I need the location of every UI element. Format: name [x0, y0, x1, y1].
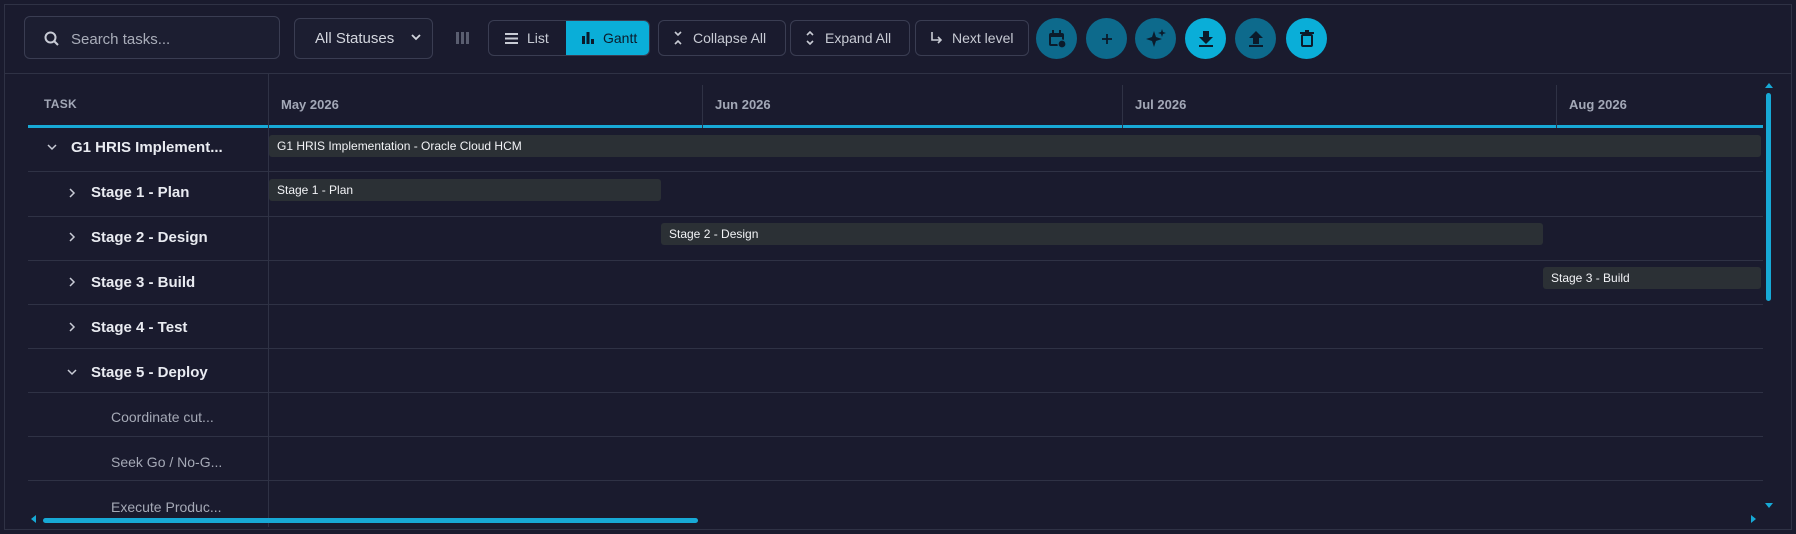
month-divider [1122, 85, 1123, 128]
row-divider [28, 260, 1763, 261]
month-divider [702, 85, 703, 128]
expand-icon [806, 31, 814, 45]
next-level-button[interactable]: Next level [915, 20, 1029, 56]
task-name[interactable]: Stage 1 - Plan [91, 184, 189, 201]
upload-button[interactable] [1235, 18, 1276, 59]
collapse-all-button[interactable]: Collapse All [658, 20, 786, 56]
collapse-all-label: Collapse All [693, 30, 767, 46]
month-header: Jul 2026 [1135, 97, 1187, 112]
toolbar: All Statuses List Gantt Collapse All Exp… [5, 5, 1791, 74]
bar-chart-icon [582, 32, 594, 44]
task-name[interactable]: G1 HRIS Implement... [71, 139, 223, 156]
vertical-scrollbar-thumb[interactable] [1766, 93, 1771, 301]
view-list-button[interactable]: List [489, 21, 566, 55]
search-input[interactable] [69, 25, 273, 53]
download-icon [1198, 30, 1213, 47]
gantt-bar[interactable]: Stage 1 - Plan [269, 179, 661, 201]
month-header: Aug 2026 [1569, 97, 1627, 112]
upload-icon [1248, 30, 1263, 47]
task-name[interactable]: Stage 4 - Test [91, 319, 187, 336]
chevron-right-icon[interactable] [67, 322, 77, 332]
task-name[interactable]: Coordinate cut... [111, 409, 214, 425]
row-divider [28, 304, 1763, 305]
status-filter-value: All Statuses [315, 30, 395, 47]
view-toggle: List Gantt [488, 20, 650, 56]
chevron-right-icon[interactable] [67, 188, 77, 198]
row-divider [28, 171, 1763, 172]
scroll-up-arrow[interactable] [1765, 83, 1773, 88]
expand-all-button[interactable]: Expand All [790, 20, 910, 56]
scroll-right-arrow[interactable] [1751, 515, 1756, 523]
expand-all-label: Expand All [825, 30, 892, 46]
trash-icon [1299, 30, 1314, 47]
next-level-label: Next level [952, 30, 1014, 46]
gantt-bar[interactable]: Stage 2 - Design [661, 223, 1543, 245]
subdirectory-arrow-icon [931, 32, 942, 44]
gantt-bar-label: Stage 1 - Plan [277, 183, 354, 197]
task-name[interactable]: Seek Go / No-G... [111, 454, 222, 470]
plus-icon [1101, 33, 1112, 44]
list-icon [505, 32, 518, 44]
task-name[interactable]: Stage 3 - Build [91, 274, 195, 291]
row-divider [28, 436, 1763, 437]
month-header: May 2026 [281, 97, 339, 112]
add-task-button[interactable] [1086, 18, 1127, 59]
row-divider [28, 348, 1763, 349]
row-divider [28, 392, 1763, 393]
download-button[interactable] [1185, 18, 1226, 59]
calendar-icon [1048, 29, 1067, 49]
chevron-right-icon[interactable] [67, 232, 77, 242]
chevron-right-icon[interactable] [67, 277, 77, 287]
view-gantt-button[interactable]: Gantt [566, 21, 649, 55]
task-name[interactable]: Stage 2 - Design [91, 229, 208, 246]
ai-assist-button[interactable] [1135, 18, 1176, 59]
view-gantt-label: Gantt [603, 30, 638, 46]
scroll-left-arrow[interactable] [31, 515, 36, 523]
chevron-down-icon[interactable] [67, 367, 77, 377]
gantt-bar[interactable]: G1 HRIS Implementation - Oracle Cloud HC… [269, 135, 1761, 157]
sparkle-icon [1145, 28, 1166, 47]
view-list-label: List [527, 30, 549, 46]
gantt-bar[interactable]: Stage 3 - Build [1543, 267, 1761, 289]
search-box[interactable] [24, 16, 280, 59]
gantt-app: All Statuses List Gantt Collapse All Exp… [4, 4, 1792, 530]
month-header: Jun 2026 [715, 97, 771, 112]
gantt-bar-label: G1 HRIS Implementation - Oracle Cloud HC… [277, 139, 522, 153]
search-icon [44, 31, 59, 46]
chevron-down-icon[interactable] [47, 142, 57, 152]
task-name[interactable]: Stage 5 - Deploy [91, 364, 208, 381]
month-divider [1556, 85, 1557, 128]
scroll-down-arrow[interactable] [1765, 503, 1773, 508]
status-filter-select[interactable]: All Statuses [294, 18, 433, 59]
columns-icon[interactable] [456, 32, 470, 44]
row-divider [28, 480, 1763, 481]
collapse-icon [674, 31, 682, 45]
gantt-bar-label: Stage 3 - Build [1551, 271, 1630, 285]
row-divider [28, 216, 1763, 217]
task-name[interactable]: Execute Produc... [111, 499, 222, 515]
gantt-bar-label: Stage 2 - Design [669, 227, 759, 241]
schedule-button[interactable] [1036, 18, 1077, 59]
chevron-down-icon [411, 34, 421, 41]
horizontal-scrollbar-thumb[interactable] [43, 518, 698, 523]
delete-button[interactable] [1286, 18, 1327, 59]
